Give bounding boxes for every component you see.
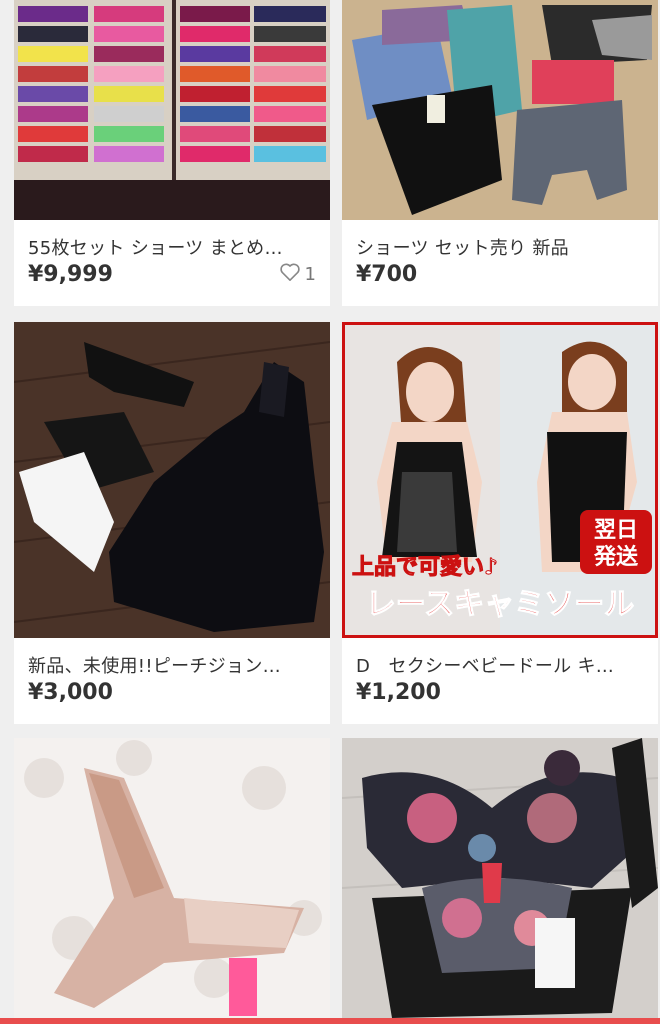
- product-info-4[interactable]: D セクシーベビードール キ… ¥1,200: [342, 638, 658, 724]
- product-card-4[interactable]: 翌日 発送 上品で可愛い♪ レースキャミソール D セクシーベビードール キ… …: [342, 322, 658, 724]
- product-title[interactable]: 新品、未使用!!ピーチジョン…: [28, 652, 316, 678]
- product-price: ¥9,999: [28, 262, 113, 287]
- product-title[interactable]: 55枚セット ショーツ まとめ…: [28, 234, 316, 260]
- product-card-2[interactable]: ショーツ セット売り 新品 ¥700: [342, 0, 658, 306]
- product-price: ¥700: [356, 262, 418, 287]
- product-image-4[interactable]: 翌日 発送 上品で可愛い♪ レースキャミソール: [342, 322, 658, 638]
- product-info-1[interactable]: 55枚セット ショーツ まとめ… ¥9,999 1: [14, 220, 330, 306]
- ad-tagline: 上品で可愛い♪: [352, 554, 498, 580]
- product-title[interactable]: D セクシーベビードール キ…: [356, 652, 644, 678]
- product-info-3[interactable]: 新品、未使用!!ピーチジョン… ¥3,000: [14, 638, 330, 724]
- product-price: ¥1,200: [356, 680, 441, 705]
- ad-headline: レースキャミソール: [366, 587, 635, 622]
- next-day-shipping-badge-line2: 発送: [593, 544, 638, 570]
- product-image-2[interactable]: [342, 0, 658, 220]
- product-image-1[interactable]: [14, 0, 330, 220]
- product-price: ¥3,000: [28, 680, 113, 705]
- product-card-1[interactable]: 55枚セット ショーツ まとめ… ¥9,999 1: [14, 0, 330, 306]
- like-count[interactable]: 1: [279, 262, 316, 287]
- product-title[interactable]: ショーツ セット売り 新品: [356, 234, 644, 260]
- product-image-3[interactable]: [14, 322, 330, 638]
- product-image-6[interactable]: [342, 738, 658, 1024]
- product-card-6[interactable]: [342, 738, 658, 1024]
- product-info-2[interactable]: ショーツ セット売り 新品 ¥700: [342, 220, 658, 306]
- bottom-accent-bar: [0, 1018, 660, 1024]
- product-card-5[interactable]: [14, 738, 330, 1024]
- heart-outline-icon[interactable]: [279, 262, 301, 287]
- next-day-shipping-badge-line1: 翌日: [594, 518, 638, 543]
- product-card-3[interactable]: 新品、未使用!!ピーチジョン… ¥3,000: [14, 322, 330, 724]
- product-image-5[interactable]: [14, 738, 330, 1024]
- like-count-value: 1: [304, 264, 316, 285]
